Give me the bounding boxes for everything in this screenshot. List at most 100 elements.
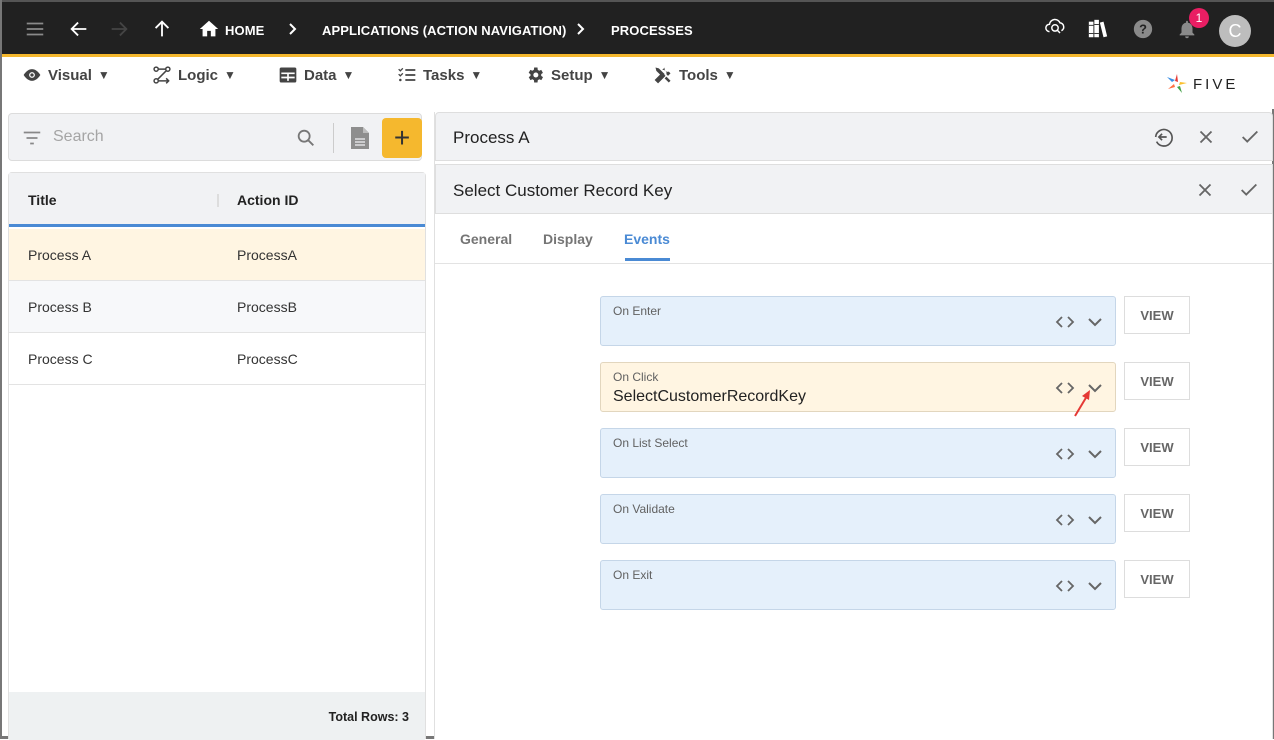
caret-down-icon: ▼: [342, 68, 355, 82]
total-rows: Total Rows: 3: [328, 710, 409, 724]
menu-data[interactable]: Data ▼: [278, 65, 354, 85]
back-arrow-icon[interactable]: [68, 18, 90, 40]
breadcrumb-home[interactable]: HOME: [225, 23, 264, 38]
filter-icon[interactable]: [21, 127, 43, 149]
breadcrumb-applications[interactable]: APPLICATIONS (ACTION NAVIGATION): [322, 23, 566, 38]
field-label: On List Select: [613, 436, 688, 450]
on-click-field[interactable]: On Click SelectCustomerRecordKey: [600, 362, 1116, 412]
field-label: On Click: [613, 370, 659, 384]
on-exit-field[interactable]: On Exit: [600, 560, 1116, 610]
list-footer: Total Rows: 3: [9, 692, 425, 740]
app-frame: HOME APPLICATIONS (ACTION NAVIGATION) PR…: [0, 0, 1274, 740]
menu-label: Data: [304, 66, 337, 84]
on-list-select-field[interactable]: On List Select: [600, 428, 1116, 478]
sub-record-title: Select Customer Record Key: [453, 181, 673, 200]
cell-title: Process C: [28, 351, 93, 367]
eye-icon: [23, 69, 41, 81]
breadcrumb-processes[interactable]: PROCESSES: [611, 23, 693, 38]
search-input[interactable]: [53, 124, 283, 150]
annotation-arrow-icon: [1074, 390, 1090, 417]
menu-bar: Visual ▼ Logic ▼ Data ▼ Tasks ▼ Setup ▼ …: [2, 57, 1274, 109]
code-icon[interactable]: [1055, 446, 1075, 462]
sub-record-header: Select Customer Record Key: [435, 164, 1273, 214]
top-bar: HOME APPLICATIONS (ACTION NAVIGATION) PR…: [2, 0, 1274, 54]
tab-bar: General Display Events: [435, 214, 1273, 264]
code-icon[interactable]: [1055, 578, 1075, 594]
field-label: On Validate: [613, 502, 675, 516]
tab-general[interactable]: General: [460, 231, 512, 247]
table-row[interactable]: Process B ProcessB: [9, 281, 425, 333]
on-validate-field[interactable]: On Validate: [600, 494, 1116, 544]
record-title: Process A: [453, 128, 530, 147]
caret-down-icon: ▼: [224, 68, 236, 82]
check-icon[interactable]: [1238, 125, 1262, 149]
avatar[interactable]: C: [1219, 15, 1251, 47]
cloud-search-icon[interactable]: [1044, 16, 1066, 38]
table-icon: [279, 67, 297, 83]
column-divider[interactable]: [217, 194, 219, 207]
record-header: Process A: [435, 112, 1273, 161]
table-row[interactable]: Process C ProcessC: [9, 333, 425, 385]
menu-label: Logic: [178, 66, 218, 84]
forward-arrow-icon[interactable]: [108, 18, 130, 40]
menu-logic[interactable]: Logic ▼: [152, 65, 236, 85]
code-icon[interactable]: [1055, 314, 1075, 330]
caret-down-icon: ▼: [598, 68, 611, 82]
help-icon[interactable]: ?: [1132, 18, 1154, 40]
field-label: On Exit: [613, 568, 653, 582]
record-panel: Process A Select Customer Record Key Gen…: [434, 112, 1273, 739]
svg-text:?: ?: [1139, 22, 1147, 37]
caret-down-icon: ▼: [470, 68, 483, 82]
chevron-down-icon[interactable]: [1085, 446, 1105, 462]
chevron-right-icon: [577, 23, 585, 35]
logic-flow-icon: [153, 66, 171, 84]
on-enter-field[interactable]: On Enter: [600, 296, 1116, 346]
five-logo: FIVE: [1165, 72, 1238, 96]
menu-icon[interactable]: [24, 18, 46, 40]
chevron-down-icon[interactable]: [1085, 512, 1105, 528]
view-button-on-enter[interactable]: VIEW: [1124, 296, 1190, 334]
menu-visual[interactable]: Visual ▼: [22, 65, 110, 85]
search-icon[interactable]: [295, 127, 317, 149]
table-row[interactable]: Process A ProcessA: [9, 229, 425, 281]
tab-display[interactable]: Display: [543, 231, 593, 247]
cell-action-id: ProcessC: [237, 351, 298, 367]
menu-tasks[interactable]: Tasks ▼: [397, 65, 482, 85]
menu-setup[interactable]: Setup ▼: [525, 65, 611, 85]
five-logo-icon: [1167, 74, 1187, 93]
divider: [333, 123, 334, 153]
column-header-action-id[interactable]: Action ID: [237, 192, 298, 208]
close-icon[interactable]: [1193, 178, 1217, 202]
field-label: On Enter: [613, 304, 662, 318]
view-button-on-list-select[interactable]: VIEW: [1124, 428, 1190, 466]
menu-tools[interactable]: Tools ▼: [653, 65, 736, 85]
home-icon[interactable]: [198, 18, 220, 40]
chevron-down-icon[interactable]: [1085, 314, 1105, 330]
library-icon[interactable]: [1087, 18, 1109, 40]
add-button[interactable]: +: [382, 118, 422, 158]
column-header-title[interactable]: Title: [28, 192, 57, 208]
menu-label: Visual: [48, 66, 92, 84]
notification-badge: 1: [1189, 8, 1209, 28]
tab-events[interactable]: Events: [624, 231, 670, 247]
document-icon[interactable]: [349, 125, 371, 151]
active-tab-indicator: [625, 258, 670, 261]
menu-label: Tasks: [423, 66, 465, 84]
view-button-on-validate[interactable]: VIEW: [1124, 494, 1190, 532]
menu-label: Tools: [679, 66, 718, 84]
cell-action-id: ProcessB: [237, 299, 297, 315]
chevron-right-icon: [289, 23, 297, 35]
up-arrow-icon[interactable]: [151, 18, 173, 40]
events-form: On Enter VIEW On Click SelectCustomerRec…: [435, 264, 1273, 739]
chevron-down-icon[interactable]: [1085, 578, 1105, 594]
back-circle-icon[interactable]: [1151, 125, 1175, 149]
view-button-on-exit[interactable]: VIEW: [1124, 560, 1190, 598]
process-list: Title Action ID Process A ProcessA Proce…: [8, 172, 426, 740]
check-icon[interactable]: [1237, 178, 1261, 202]
caret-down-icon: ▼: [723, 68, 736, 82]
list-header: Title Action ID: [9, 173, 425, 227]
code-icon[interactable]: [1055, 512, 1075, 528]
close-icon[interactable]: [1194, 125, 1218, 149]
view-button-on-click[interactable]: VIEW: [1124, 362, 1190, 400]
menu-label: Setup: [551, 66, 593, 84]
